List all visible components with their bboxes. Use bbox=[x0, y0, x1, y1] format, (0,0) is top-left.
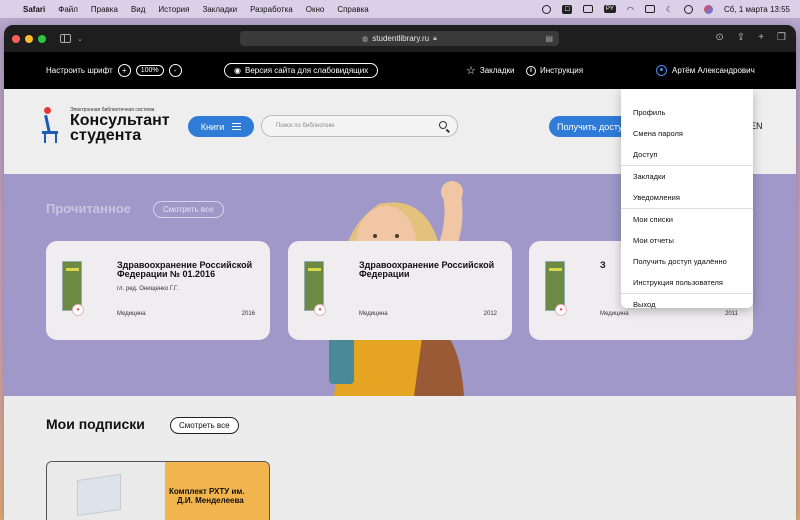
lock-icon: ● bbox=[314, 304, 326, 316]
lock-icon: ● bbox=[555, 304, 567, 316]
instruction-link-label: Инструкция bbox=[540, 66, 584, 75]
lock-icon: 🔒︎ bbox=[433, 34, 437, 42]
menu-item-my-reports[interactable]: Мои отчеты bbox=[621, 230, 753, 251]
subscription-name-line2: Д.И. Менделеева bbox=[177, 496, 244, 505]
subscription-name: Комплект РХТУ им. Д.И. Менделеева bbox=[165, 462, 269, 520]
star-icon: ☆ bbox=[466, 65, 476, 77]
sidebar-icon[interactable] bbox=[60, 34, 71, 43]
font-settings-label: Настроить шрифт bbox=[46, 66, 113, 75]
books-button-label: Книги bbox=[200, 121, 225, 132]
search-icon[interactable] bbox=[439, 121, 447, 129]
menu-edit[interactable]: Правка bbox=[91, 5, 118, 14]
input-source-icon[interactable]: PY bbox=[603, 5, 616, 13]
menu-item-profile[interactable]: Профиль bbox=[621, 102, 753, 123]
site-globe-icon: ◍ bbox=[362, 35, 369, 43]
reader-icon[interactable]: ▤ bbox=[545, 34, 553, 43]
logo-title-line2: студента bbox=[70, 127, 142, 144]
menu-item-bookmarks[interactable]: Закладки bbox=[621, 166, 753, 187]
book-title: Здравоохранение Российской Федерации № 0… bbox=[117, 260, 253, 279]
focus-icon[interactable] bbox=[542, 4, 552, 14]
user-dropdown-menu: Профиль Смена пароля Доступ Закладки Уве… bbox=[621, 89, 753, 309]
new-tab-icon[interactable]: + bbox=[758, 32, 764, 44]
menu-item-access[interactable]: Доступ bbox=[621, 144, 753, 165]
user-name: Артём Александрович bbox=[672, 66, 755, 75]
menu-help[interactable]: Справка bbox=[337, 5, 368, 14]
low-vision-button[interactable]: ◉ Версия сайта для слабовидящих bbox=[224, 63, 379, 78]
screen-mirroring-icon[interactable] bbox=[644, 5, 655, 13]
recently-read-title: Прочитанное bbox=[46, 201, 131, 216]
browser-window: ⌄ ◍ studentlibrary.ru 🔒︎ ▤ ⊙ ⇪ + ❐ Настр… bbox=[4, 25, 796, 520]
subscription-image bbox=[47, 462, 165, 520]
close-window-button[interactable] bbox=[12, 34, 20, 43]
menu-item-logout[interactable]: Выход bbox=[621, 294, 753, 315]
user-icon bbox=[656, 65, 667, 76]
font-settings: Настроить шрифт + 100% - bbox=[46, 64, 182, 77]
book-card[interactable]: ● Здравоохранение Российской Федерации М… bbox=[288, 241, 512, 340]
menu-history[interactable]: История bbox=[158, 5, 189, 14]
book-author: гл. ред. Онищенко Г.Г. bbox=[117, 286, 179, 292]
control-center-icon[interactable] bbox=[684, 4, 694, 14]
book-card[interactable]: ● Здравоохранение Российской Федерации №… bbox=[46, 241, 270, 340]
book-year: 2012 bbox=[483, 311, 497, 317]
menu-develop[interactable]: Разработка bbox=[250, 5, 293, 14]
site-logo[interactable]: Электронная библиотечная система Консуль… bbox=[40, 107, 170, 145]
menu-item-user-guide[interactable]: Инструкция пользователя bbox=[621, 272, 753, 293]
subscriptions-see-all-button[interactable]: Смотреть все bbox=[170, 417, 239, 434]
page-content: Электронная библиотечная система Консуль… bbox=[4, 89, 796, 520]
menu-bookmarks[interactable]: Закладки bbox=[202, 5, 237, 14]
menu-item-change-password[interactable]: Смена пароля bbox=[621, 123, 753, 144]
siri-icon[interactable] bbox=[704, 4, 714, 14]
search-input[interactable]: Поиск по библиотеке bbox=[261, 115, 458, 137]
eye-icon: ◉ bbox=[234, 66, 241, 75]
font-zoom-value: 100% bbox=[135, 65, 164, 76]
menu-view[interactable]: Вид bbox=[131, 5, 145, 14]
menubar-clock[interactable]: Сб, 1 марта 13:55 bbox=[724, 5, 790, 14]
get-access-label: Получить доступ bbox=[557, 121, 628, 132]
instruction-link[interactable]: i Инструкция bbox=[526, 65, 584, 76]
logo-icon bbox=[40, 107, 65, 145]
books-catalog-button[interactable]: Книги bbox=[188, 116, 254, 137]
subscription-card[interactable]: Комплект РХТУ им. Д.И. Менделеева bbox=[46, 461, 270, 520]
download-icon[interactable]: ⊙ bbox=[715, 32, 723, 44]
book-title: Здравоохранение Российской Федерации bbox=[359, 260, 495, 279]
user-menu-button[interactable]: Артём Александрович bbox=[656, 65, 755, 76]
bookmarks-link[interactable]: ☆ Закладки bbox=[466, 64, 515, 77]
moon-icon[interactable]: ☾ bbox=[666, 5, 673, 14]
lock-icon: ● bbox=[72, 304, 84, 316]
chevron-down-icon[interactable]: ⌄ bbox=[77, 35, 83, 43]
subscription-name-line1: Комплект РХТУ им. bbox=[169, 487, 245, 496]
menu-app-name[interactable]: Safari bbox=[23, 5, 45, 14]
battery-icon[interactable]: ☐ bbox=[562, 4, 572, 14]
book-year: 2016 bbox=[241, 311, 255, 317]
hamburger-icon bbox=[232, 123, 242, 130]
logo-title-line1: Консультант bbox=[70, 112, 170, 129]
recently-read-see-all-button[interactable]: Смотреть все bbox=[153, 201, 224, 218]
low-vision-label: Версия сайта для слабовидящих bbox=[244, 66, 369, 75]
share-icon[interactable]: ⇪ bbox=[737, 32, 745, 44]
minimize-window-button[interactable] bbox=[25, 34, 33, 43]
subscriptions-title: Мои подписки bbox=[46, 416, 145, 432]
display-icon[interactable] bbox=[582, 5, 593, 13]
address-text: studentlibrary.ru bbox=[372, 34, 430, 43]
menu-item-remote-access[interactable]: Получить доступ удалённо bbox=[621, 251, 753, 272]
menu-item-my-lists[interactable]: Мои списки bbox=[621, 209, 753, 230]
info-icon: i bbox=[526, 65, 536, 76]
font-increase-button[interactable]: + bbox=[117, 64, 131, 77]
zoom-window-button[interactable] bbox=[38, 34, 46, 43]
address-bar[interactable]: ◍ studentlibrary.ru 🔒︎ ▤ bbox=[240, 31, 559, 46]
book-category: Медицина bbox=[359, 311, 388, 317]
menu-file[interactable]: Файл bbox=[58, 5, 78, 14]
tabs-overview-icon[interactable]: ❐ bbox=[777, 32, 786, 44]
book-category: Медицина bbox=[117, 311, 146, 317]
font-decrease-button[interactable]: - bbox=[168, 64, 182, 77]
wifi-icon[interactable]: ◠ bbox=[627, 5, 634, 14]
search-placeholder: Поиск по библиотеке bbox=[276, 123, 335, 129]
browser-toolbar: ⌄ ◍ studentlibrary.ru 🔒︎ ▤ ⊙ ⇪ + ❐ bbox=[4, 25, 796, 52]
bookmarks-link-label: Закладки bbox=[479, 66, 515, 75]
window-controls bbox=[4, 34, 46, 43]
menu-item-notifications[interactable]: Уведомления bbox=[621, 187, 753, 208]
menu-window[interactable]: Окно bbox=[306, 5, 325, 14]
site-top-bar: Настроить шрифт + 100% - ◉ Версия сайта … bbox=[4, 52, 796, 89]
macos-menu-bar: Safari Файл Правка Вид История Закладки … bbox=[0, 0, 800, 18]
